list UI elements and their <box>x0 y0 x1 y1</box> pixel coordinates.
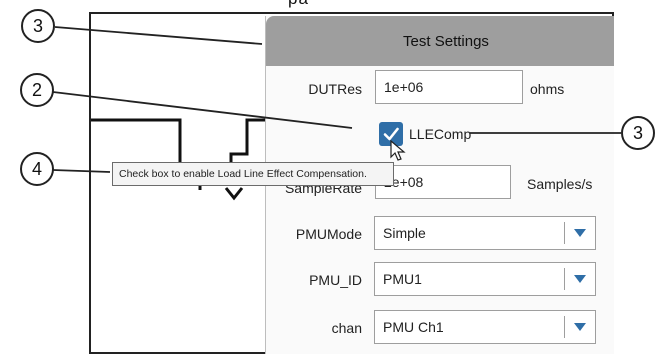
callout-2: 2 <box>20 73 54 107</box>
annotated-screenshot: pa Test Settings DUTRes 1e+06 ohms LLECo… <box>0 0 655 354</box>
callout-number: 3 <box>32 15 43 36</box>
callout-number: 2 <box>31 79 42 100</box>
callout-4: 4 <box>20 152 54 186</box>
leader-line <box>52 91 353 129</box>
callout-3-right: 3 <box>621 116 655 150</box>
callout-number: 4 <box>31 158 42 179</box>
callout-3-top: 3 <box>21 9 55 43</box>
leader-line <box>54 26 263 45</box>
leader-line <box>52 169 111 173</box>
callout-leaders <box>52 26 621 173</box>
callout-number: 3 <box>632 122 643 143</box>
